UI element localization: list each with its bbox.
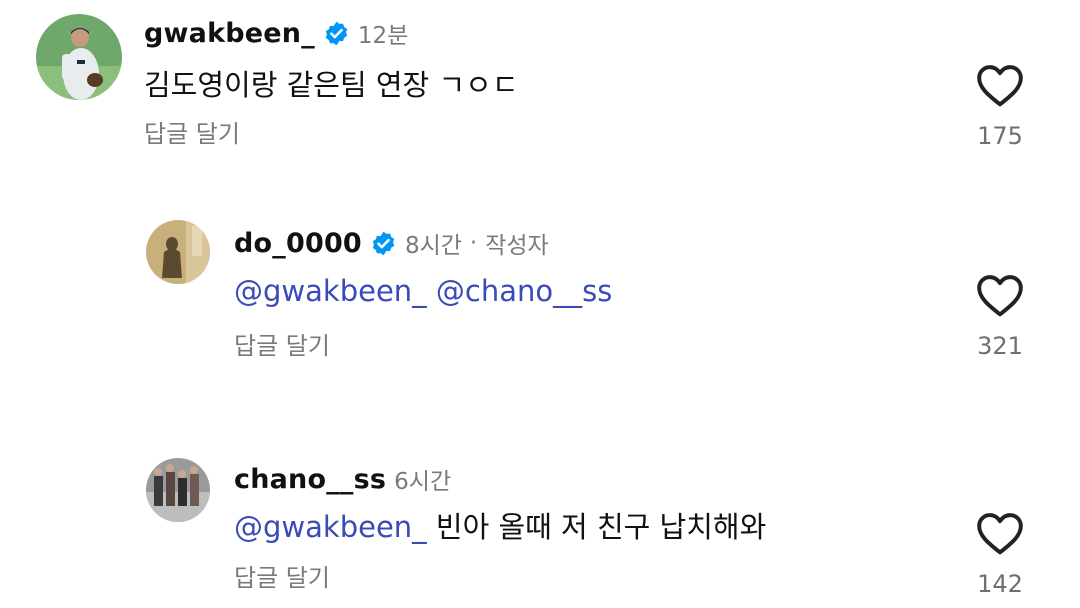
heart-outline-icon[interactable] (975, 272, 1025, 318)
like-count: 175 (977, 122, 1023, 150)
like-control: 175 (970, 62, 1030, 150)
comment-time: 12분 (357, 23, 409, 49)
mention-link[interactable]: @gwakbeen_ (234, 274, 427, 308)
comment-text: @gwakbeen_ @chano__ss (234, 274, 612, 308)
mention-link[interactable]: @gwakbeen_ (234, 510, 427, 544)
comment-text: 김도영이랑 같은팀 연장 ㄱㅇㄷ (144, 68, 519, 102)
comment-text: @gwakbeen_ 빈아 올때 저 친구 납치해와 (234, 504, 766, 546)
separator-dot: · (469, 230, 478, 256)
verified-badge-icon (323, 20, 350, 47)
author-tag: 작성자 (485, 233, 549, 259)
comment-time: 8시간 (404, 233, 462, 259)
reply-button[interactable]: 답글 달기 (234, 558, 330, 593)
avatar[interactable] (146, 458, 210, 522)
comment-time: 6시간 (394, 469, 452, 495)
verified-badge-icon (370, 230, 397, 257)
like-count: 321 (977, 332, 1023, 360)
username[interactable]: gwakbeen_ (144, 18, 315, 49)
comment-do0000: do_0000 8시간 · 작성자 @gwakbeen_ @chano__ss … (0, 210, 1080, 370)
comment-message: 빈아 올때 저 친구 납치해와 (435, 510, 767, 544)
reply-button[interactable]: 답글 달기 (144, 114, 240, 149)
avatar[interactable] (146, 220, 210, 284)
mention-link[interactable]: @chano__ss (436, 274, 612, 308)
avatar[interactable] (36, 14, 122, 100)
reply-button[interactable]: 답글 달기 (234, 326, 330, 361)
comment-chano: chano__ss 6시간 @gwakbeen_ 빈아 올때 저 친구 납치해와… (0, 448, 1080, 608)
like-control: 142 (970, 510, 1030, 598)
comment-gwakbeen: gwakbeen_ 12분 김도영이랑 같은팀 연장 ㄱㅇㄷ 답글 달기 175 (0, 0, 1080, 160)
heart-outline-icon[interactable] (975, 62, 1025, 108)
heart-outline-icon[interactable] (975, 510, 1025, 556)
like-control: 321 (970, 272, 1030, 360)
username[interactable]: do_0000 (234, 228, 362, 259)
like-count: 142 (977, 570, 1023, 598)
username[interactable]: chano__ss (234, 464, 386, 495)
